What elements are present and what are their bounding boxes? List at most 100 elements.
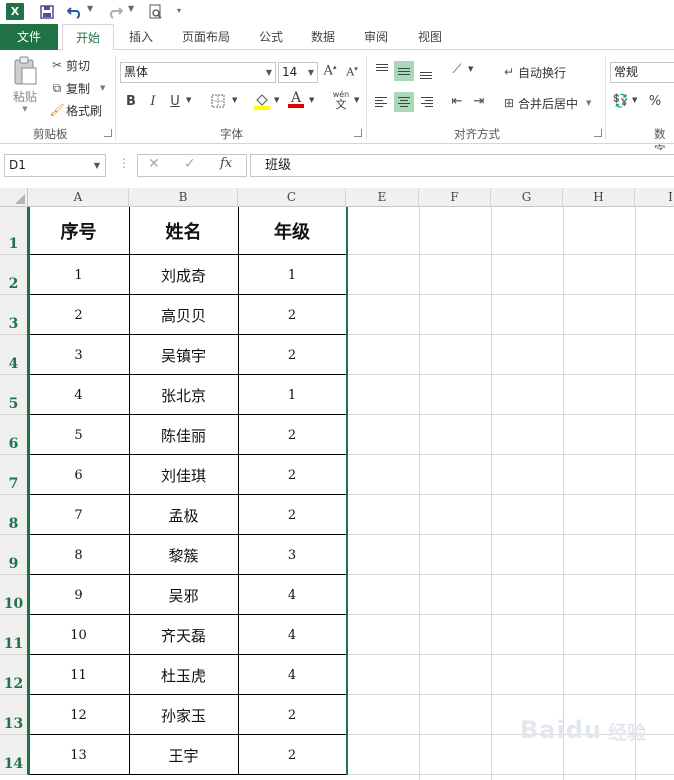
font-launcher-icon[interactable] [354,129,362,137]
bottom-align-button[interactable] [416,61,436,81]
tab-home[interactable]: 开始 [62,24,114,51]
table-cell[interactable]: 6 [28,455,129,495]
shrink-font-button[interactable]: A▾ [344,65,360,79]
row-header[interactable]: 2 [0,255,28,295]
table-header-cell[interactable]: 序号 [28,207,129,255]
row-header[interactable]: 4 [0,335,28,375]
bold-button[interactable]: B [124,94,138,109]
table-cell[interactable]: 7 [28,495,129,535]
row-header[interactable]: 5 [0,375,28,415]
top-align-button[interactable] [372,61,392,81]
tab-formulas[interactable]: 公式 [248,24,294,50]
tab-review[interactable]: 审阅 [352,24,400,50]
table-cell[interactable]: 刘佳琪 [129,455,238,495]
row-header[interactable]: 3 [0,295,28,335]
column-header-c[interactable]: C [238,188,346,207]
formula-bar-splitter-icon[interactable]: ⋮ [118,156,130,170]
table-cell[interactable]: 9 [28,575,129,615]
table-cell[interactable]: 2 [238,415,346,455]
phonetic-button[interactable]: wén 文 [330,90,352,111]
font-color-button[interactable]: A [288,90,304,108]
cancel-icon[interactable]: ✕ [148,156,160,172]
row-header[interactable]: 12 [0,655,28,695]
clipboard-launcher-icon[interactable] [104,129,112,137]
table-cell[interactable]: 8 [28,535,129,575]
tab-page-layout[interactable]: 页面布局 [170,24,242,50]
wrap-text-button[interactable]: ↵ 自动换行 [500,62,566,82]
tab-insert[interactable]: 插入 [118,24,164,50]
row-header[interactable]: 11 [0,615,28,655]
borders-button[interactable] [210,94,226,112]
table-cell[interactable]: 王宇 [129,735,238,775]
table-cell[interactable]: 1 [238,375,346,415]
column-header-b[interactable]: B [129,188,238,207]
table-cell[interactable]: 2 [238,735,346,775]
table-cell[interactable]: 2 [28,295,129,335]
table-cell[interactable]: 杜玉虎 [129,655,238,695]
table-cell[interactable]: 4 [238,655,346,695]
alignment-launcher-icon[interactable] [594,129,602,137]
number-format-select[interactable]: 常规 [610,62,674,83]
copy-button[interactable]: ⧉ 复制 ▼ [48,79,106,97]
table-cell[interactable]: 黎簇 [129,535,238,575]
table-header-cell[interactable]: 姓名 [129,207,238,255]
column-header-f[interactable]: F [419,188,491,207]
font-color-dropdown-icon[interactable]: ▼ [309,96,314,104]
undo-dropdown-icon[interactable]: ▼ [87,4,93,13]
paste-button[interactable]: 粘贴 ▼ [8,56,42,114]
fill-color-button[interactable] [253,92,271,114]
table-cell[interactable]: 齐天磊 [129,615,238,655]
save-icon[interactable] [38,2,56,22]
currency-dropdown-icon[interactable]: ▼ [632,96,637,104]
merge-dropdown-icon[interactable]: ▼ [586,99,591,107]
table-cell[interactable]: 10 [28,615,129,655]
currency-icon[interactable]: 💱 [612,94,630,109]
table-cell[interactable]: 3 [28,335,129,375]
table-cell[interactable]: 13 [28,735,129,775]
align-left-button[interactable] [372,92,392,112]
name-box[interactable]: D1 ▼ [4,154,106,177]
table-cell[interactable]: 4 [28,375,129,415]
tab-view[interactable]: 视图 [406,24,454,50]
orientation-dropdown-icon[interactable]: ▼ [468,65,473,73]
column-header-e[interactable]: E [346,188,419,207]
percent-button[interactable]: % [646,94,664,109]
middle-align-button[interactable] [394,61,414,81]
table-cell[interactable]: 4 [238,615,346,655]
align-right-button[interactable] [416,92,436,112]
table-cell[interactable]: 吴邪 [129,575,238,615]
font-name-select[interactable]: 黑体 ▼ [120,62,276,83]
table-cell[interactable]: 2 [238,695,346,735]
insert-function-button[interactable]: fx [220,156,232,171]
grow-font-button[interactable]: A▴ [322,63,338,78]
phonetic-dropdown-icon[interactable]: ▼ [354,96,359,104]
format-painter-button[interactable]: 🖌 格式刷 [48,101,102,119]
table-cell[interactable]: 4 [238,575,346,615]
table-cell[interactable]: 5 [28,415,129,455]
confirm-icon[interactable]: ✓ [184,156,196,172]
orientation-icon[interactable]: ⟋ [448,62,466,77]
formula-input[interactable]: 班级 [250,154,674,177]
decrease-indent-icon[interactable]: ⇤ [448,94,466,109]
table-cell[interactable]: 3 [238,535,346,575]
table-cell[interactable]: 陈佳丽 [129,415,238,455]
tab-file[interactable]: 文件 [0,24,58,50]
table-cell[interactable]: 1 [238,255,346,295]
column-header-h[interactable]: H [563,188,635,207]
table-cell[interactable]: 高贝贝 [129,295,238,335]
table-cell[interactable]: 11 [28,655,129,695]
table-cell[interactable]: 1 [28,255,129,295]
table-cell[interactable]: 吴镇宇 [129,335,238,375]
row-header[interactable]: 6 [0,415,28,455]
underline-button[interactable]: U [168,94,182,109]
select-all-button[interactable] [0,188,28,207]
undo-icon[interactable] [66,2,84,22]
redo-icon[interactable] [106,2,124,22]
table-cell[interactable]: 2 [238,455,346,495]
row-header[interactable]: 8 [0,495,28,535]
spreadsheet-grid[interactable]: A B C E F G H I 1 2 3 4 5 6 7 8 9 10 11 12 13 14 序号 姓名… [0,188,674,780]
column-header-i[interactable]: I [635,188,674,207]
row-header[interactable]: 9 [0,535,28,575]
table-cell[interactable]: 2 [238,335,346,375]
row-header[interactable]: 7 [0,455,28,495]
